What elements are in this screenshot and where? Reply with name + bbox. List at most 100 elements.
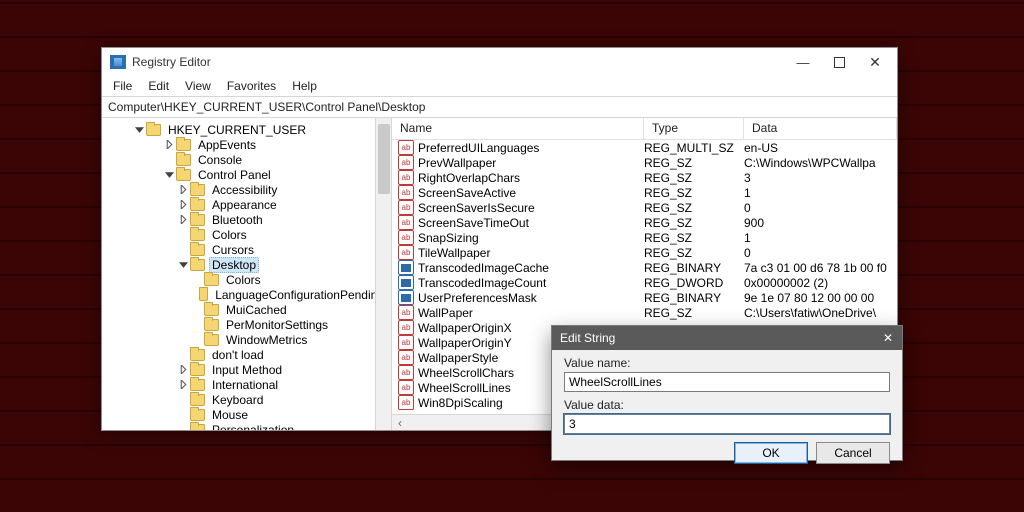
menu-favorites[interactable]: Favorites (220, 78, 283, 94)
value-data: C:\Users\fatiw\OneDrive\ (744, 306, 897, 320)
tree-item-label: Colors (209, 228, 250, 242)
value-type: REG_DWORD (644, 276, 744, 290)
list-row[interactable]: PrevWallpaperREG_SZC:\Windows\WPCWallpa (392, 155, 897, 170)
value-name: PreferredUILanguages (418, 141, 539, 155)
maximize-button[interactable] (821, 48, 857, 76)
value-name: ScreenSaverIsSecure (418, 201, 535, 215)
tree-item-label: Bluetooth (209, 213, 266, 227)
chevron-right-icon[interactable] (176, 215, 190, 224)
scroll-left-arrow-icon[interactable]: ‹ (392, 415, 408, 431)
value-type: REG_SZ (644, 231, 744, 245)
cancel-button[interactable]: Cancel (816, 442, 890, 464)
tree-item-label: Control Panel (195, 168, 274, 182)
menu-edit[interactable]: Edit (141, 78, 176, 94)
menu-view[interactable]: View (178, 78, 218, 94)
value-data-input[interactable] (564, 414, 890, 434)
tree-row[interactable]: International (102, 377, 391, 392)
list-row[interactable]: TileWallpaperREG_SZ0 (392, 245, 897, 260)
chevron-down-icon[interactable] (162, 170, 176, 179)
menu-help[interactable]: Help (285, 78, 324, 94)
tree-row[interactable]: Cursors (102, 242, 391, 257)
chevron-down-icon[interactable] (176, 260, 190, 269)
tree-row[interactable]: Appearance (102, 197, 391, 212)
list-row[interactable]: UserPreferencesMaskREG_BINARY9e 1e 07 80… (392, 290, 897, 305)
list-row[interactable]: RightOverlapCharsREG_SZ3 (392, 170, 897, 185)
tree-row[interactable]: Accessibility (102, 182, 391, 197)
tree-scrollbar[interactable] (375, 118, 391, 430)
address-bar[interactable]: Computer\HKEY_CURRENT_USER\Control Panel… (102, 96, 897, 118)
tree-row[interactable]: Console (102, 152, 391, 167)
minimize-button[interactable]: — (785, 48, 821, 76)
list-row[interactable]: ScreenSaveActiveREG_SZ1 (392, 185, 897, 200)
dialog-titlebar[interactable]: Edit String ✕ (552, 326, 902, 350)
column-name[interactable]: Name (392, 118, 644, 139)
value-data: 9e 1e 07 80 12 00 00 00 (744, 291, 897, 305)
dialog-title: Edit String (560, 331, 874, 345)
tree-row[interactable]: PerMonitorSettings (102, 317, 391, 332)
tree-item-label: International (209, 378, 281, 392)
tree-row[interactable]: HKEY_CURRENT_USER (102, 122, 391, 137)
menu-file[interactable]: File (106, 78, 139, 94)
tree-row[interactable]: AppEvents (102, 137, 391, 152)
chevron-right-icon[interactable] (162, 140, 176, 149)
value-name: WallpaperOriginY (418, 336, 512, 350)
value-name: TranscodedImageCount (418, 276, 546, 290)
value-string-icon (398, 155, 414, 170)
value-string-icon (398, 200, 414, 215)
tree-row[interactable]: don't load (102, 347, 391, 362)
tree-row[interactable]: MuiCached (102, 302, 391, 317)
folder-icon (190, 364, 205, 376)
tree-item-label: LanguageConfigurationPending (212, 288, 387, 302)
tree-row[interactable]: LanguageConfigurationPending (102, 287, 391, 302)
close-button[interactable]: ✕ (857, 48, 893, 76)
tree-row[interactable]: Control Panel (102, 167, 391, 182)
tree-item-label: PerMonitorSettings (223, 318, 331, 332)
tree-row[interactable]: Mouse (102, 407, 391, 422)
list-row[interactable]: WallPaperREG_SZC:\Users\fatiw\OneDrive\ (392, 305, 897, 320)
tree-row[interactable]: Desktop (102, 257, 391, 272)
folder-icon (190, 409, 205, 421)
list-row[interactable]: TranscodedImageCacheREG_BINARY7a c3 01 0… (392, 260, 897, 275)
value-name: WallpaperOriginX (418, 321, 512, 335)
address-text: Computer\HKEY_CURRENT_USER\Control Panel… (108, 100, 425, 114)
menubar: File Edit View Favorites Help (102, 76, 897, 96)
value-string-icon (398, 230, 414, 245)
folder-icon (176, 169, 191, 181)
list-row[interactable]: ScreenSaveTimeOutREG_SZ900 (392, 215, 897, 230)
dialog-close-button[interactable]: ✕ (874, 326, 902, 350)
value-name: TranscodedImageCache (418, 261, 549, 275)
chevron-right-icon[interactable] (176, 365, 190, 374)
scrollbar-thumb[interactable] (378, 124, 390, 194)
value-type: REG_SZ (644, 171, 744, 185)
tree-row[interactable]: Personalization (102, 422, 391, 430)
tree-item-label: Desktop (209, 257, 259, 273)
folder-icon (190, 184, 205, 196)
list-row[interactable]: TranscodedImageCountREG_DWORD0x00000002 … (392, 275, 897, 290)
tree-item-label: MuiCached (223, 303, 290, 317)
tree-row[interactable]: Colors (102, 272, 391, 287)
chevron-right-icon[interactable] (176, 185, 190, 194)
tree-row[interactable]: Keyboard (102, 392, 391, 407)
column-type[interactable]: Type (644, 118, 744, 139)
value-data: 0 (744, 201, 897, 215)
tree-row[interactable]: WindowMetrics (102, 332, 391, 347)
column-data[interactable]: Data (744, 118, 897, 139)
tree-item-label: Personalization (209, 423, 297, 431)
value-binary-icon (398, 275, 414, 290)
value-name-input[interactable] (564, 372, 890, 392)
tree-item-label: Accessibility (209, 183, 280, 197)
tree-row[interactable]: Bluetooth (102, 212, 391, 227)
chevron-right-icon[interactable] (176, 200, 190, 209)
value-type: REG_SZ (644, 306, 744, 320)
ok-button[interactable]: OK (734, 442, 808, 464)
value-string-icon (398, 395, 414, 410)
list-row[interactable]: ScreenSaverIsSecureREG_SZ0 (392, 200, 897, 215)
titlebar[interactable]: Registry Editor — ✕ (102, 48, 897, 76)
tree-row[interactable]: Input Method (102, 362, 391, 377)
list-row[interactable]: SnapSizingREG_SZ1 (392, 230, 897, 245)
list-row[interactable]: PreferredUILanguagesREG_MULTI_SZen-US (392, 140, 897, 155)
tree-row[interactable]: Colors (102, 227, 391, 242)
chevron-down-icon[interactable] (132, 125, 146, 134)
value-string-icon (398, 335, 414, 350)
chevron-right-icon[interactable] (176, 380, 190, 389)
